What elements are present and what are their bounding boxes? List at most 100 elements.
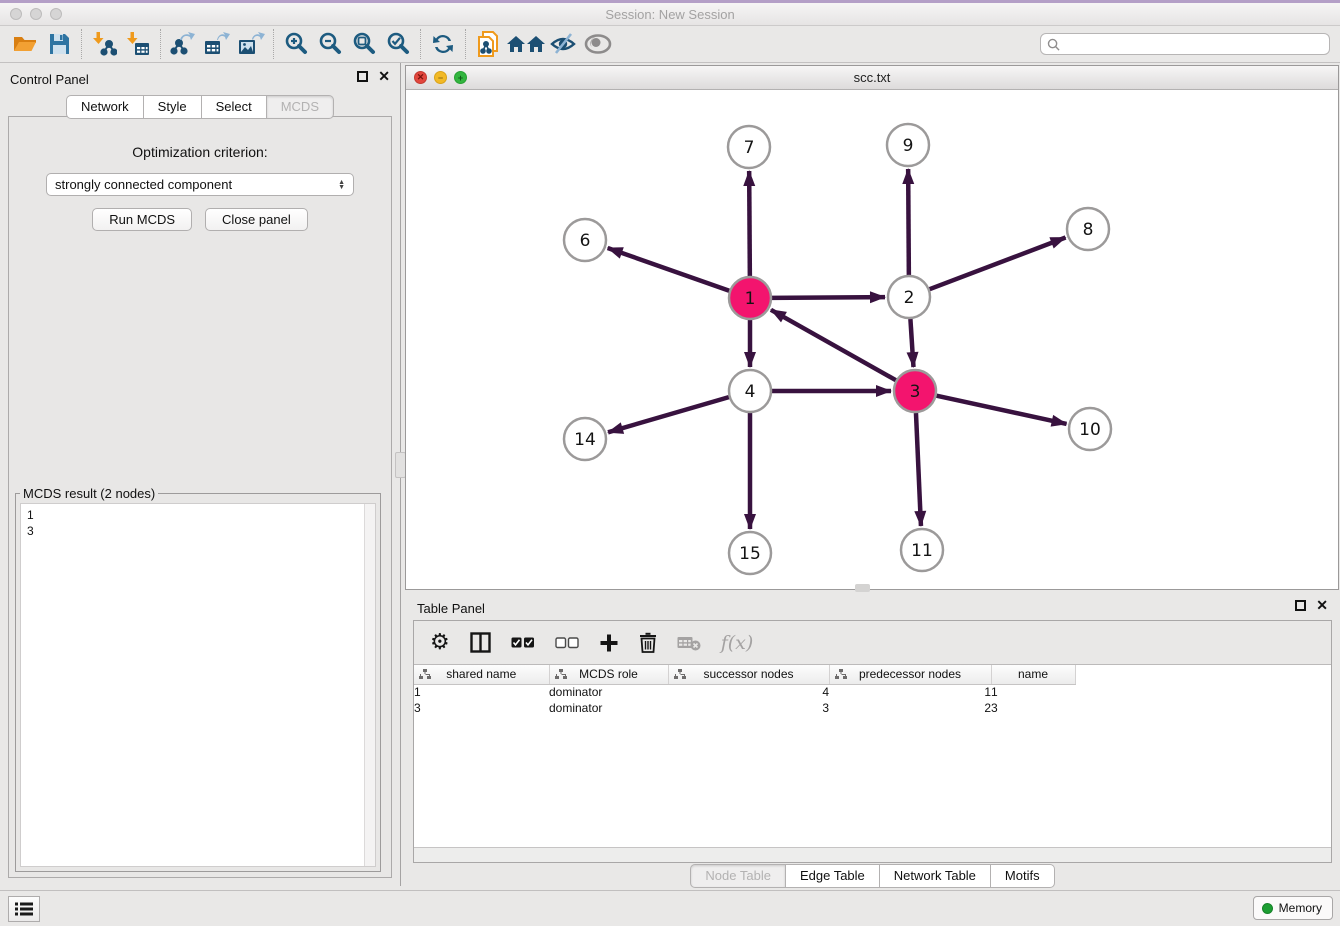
select-all-columns-button[interactable] (511, 637, 535, 649)
graph-edge-2-9[interactable] (908, 169, 909, 275)
import-table-button[interactable] (121, 29, 155, 59)
graph-node-15[interactable]: 15 (729, 532, 771, 574)
graph-node-3[interactable]: 3 (894, 370, 936, 412)
tab-motifs[interactable]: Motifs (991, 864, 1055, 888)
table-horizontal-scrollbar[interactable] (414, 847, 1331, 862)
cell-shared-name[interactable]: 1 (414, 684, 549, 700)
add-row-button[interactable] (599, 633, 619, 653)
graph-edge-1-7[interactable] (749, 171, 750, 276)
column-header-shared-name[interactable]: shared name (414, 665, 549, 684)
cell-mcds-role[interactable]: dominator (549, 700, 668, 716)
tab-mcds[interactable]: MCDS (267, 95, 334, 119)
graph-edge-1-6[interactable] (608, 248, 730, 291)
graph-edge-3-11[interactable] (916, 413, 921, 526)
delete-table-icon (677, 635, 701, 651)
graph-edge-4-14[interactable] (608, 397, 729, 432)
first-neighbors-button[interactable] (505, 29, 547, 59)
function-builder-button[interactable]: f(x) (721, 632, 754, 654)
zoom-in-button[interactable] (279, 29, 313, 59)
graph-node-4[interactable]: 4 (729, 370, 771, 412)
graph-edge-2-3[interactable] (910, 319, 913, 367)
birds-eye-view-button[interactable] (581, 29, 615, 59)
cell-shared-name[interactable]: 3 (414, 700, 549, 716)
clone-network-button[interactable] (471, 29, 505, 59)
delete-row-button[interactable] (639, 632, 657, 653)
task-history-button[interactable] (8, 896, 40, 922)
node-label: 4 (745, 382, 756, 402)
criterion-dropdown-value: strongly connected component (55, 177, 338, 192)
float-panel-icon[interactable] (357, 71, 368, 82)
graph-node-2[interactable]: 2 (888, 276, 930, 318)
export-table-button[interactable] (200, 29, 234, 59)
network-canvas[interactable]: 7 9 6 8 1 2 4 3 14 10 15 11 (406, 90, 1338, 589)
zoom-selected-button[interactable] (381, 29, 415, 59)
search-input[interactable] (1064, 37, 1323, 51)
graph-edge-3-1[interactable] (771, 310, 896, 380)
run-mcds-button[interactable]: Run MCDS (92, 208, 192, 231)
graph-node-7[interactable]: 7 (728, 126, 770, 168)
cell-name[interactable]: 1 (991, 684, 1075, 700)
cell-predecessor-nodes[interactable]: 1 (829, 684, 991, 700)
cell-predecessor-nodes[interactable]: 2 (829, 700, 991, 716)
tab-network[interactable]: Network (66, 95, 144, 119)
graph-node-11[interactable]: 11 (901, 529, 943, 571)
table-float-panel-icon[interactable] (1295, 600, 1306, 611)
table-options-button[interactable]: ⚙ (430, 633, 450, 653)
app-titlebar: Session: New Session (0, 3, 1340, 26)
toolbar-separator (81, 29, 82, 59)
close-panel-icon[interactable]: ✕ (378, 71, 390, 82)
tab-style[interactable]: Style (144, 95, 202, 119)
zoom-fit-button[interactable] (347, 29, 381, 59)
criterion-dropdown[interactable]: strongly connected component ▲▼ (46, 173, 354, 196)
graph-edge-3-10[interactable] (936, 396, 1066, 424)
zoom-selected-icon (385, 31, 411, 57)
column-header-name[interactable]: name (991, 665, 1075, 684)
network-window-titlebar[interactable]: ✕ − + scc.txt (406, 66, 1338, 90)
mcds-result-textarea[interactable]: 1 3 (20, 503, 376, 867)
graph-node-14[interactable]: 14 (564, 418, 606, 460)
split-columns-button[interactable] (470, 632, 491, 653)
graph-node-6[interactable]: 6 (564, 219, 606, 261)
node-table[interactable]: shared name MCDS role successor nodes pr… (414, 665, 1076, 716)
memory-button[interactable]: Memory (1253, 896, 1333, 920)
open-session-button[interactable] (8, 29, 42, 59)
result-scrollbar[interactable] (364, 504, 375, 866)
search-field[interactable] (1040, 33, 1330, 55)
save-session-button[interactable] (42, 29, 76, 59)
import-network-button[interactable] (87, 29, 121, 59)
close-panel-button[interactable]: Close panel (205, 208, 308, 231)
graph-node-1[interactable]: 1 (729, 277, 771, 319)
table-row[interactable]: 3 dominator 3 2 3 (414, 700, 1075, 716)
refresh-layout-icon (430, 31, 456, 57)
table-close-panel-icon[interactable]: ✕ (1316, 600, 1328, 611)
two-houses-icon (506, 32, 546, 56)
column-header-predecessor-nodes[interactable]: predecessor nodes (829, 665, 991, 684)
table-row[interactable]: 1 dominator 4 1 1 (414, 684, 1075, 700)
tab-select[interactable]: Select (202, 95, 267, 119)
graph-node-8[interactable]: 8 (1067, 208, 1109, 250)
delete-table-button[interactable] (677, 635, 701, 651)
open-folder-icon (12, 32, 38, 56)
cell-successor-nodes[interactable]: 3 (668, 700, 829, 716)
network-graph[interactable]: 7 9 6 8 1 2 4 3 14 10 15 11 (406, 90, 1338, 589)
graph-edge-1-2[interactable] (772, 297, 885, 298)
graph-node-9[interactable]: 9 (887, 124, 929, 166)
tab-network-table[interactable]: Network Table (880, 864, 991, 888)
tab-edge-table[interactable]: Edge Table (786, 864, 880, 888)
graph-node-10[interactable]: 10 (1069, 408, 1111, 450)
export-network-button[interactable] (166, 29, 200, 59)
column-header-mcds-role[interactable]: MCDS role (549, 665, 668, 684)
hide-graphics-details-button[interactable] (547, 29, 581, 59)
cell-successor-nodes[interactable]: 4 (668, 684, 829, 700)
cell-name[interactable]: 3 (991, 700, 1075, 716)
export-image-button[interactable] (234, 29, 268, 59)
column-header-successor-nodes[interactable]: successor nodes (668, 665, 829, 684)
zoom-out-button[interactable] (313, 29, 347, 59)
graph-edge-2-8[interactable] (930, 238, 1066, 290)
tab-node-table[interactable]: Node Table (690, 864, 786, 888)
gear-icon: ⚙ (430, 633, 450, 653)
apply-layout-button[interactable] (426, 29, 460, 59)
cell-mcds-role[interactable]: dominator (549, 684, 668, 700)
horizontal-split-handle[interactable] (855, 584, 870, 592)
deselect-all-columns-button[interactable] (555, 637, 579, 649)
